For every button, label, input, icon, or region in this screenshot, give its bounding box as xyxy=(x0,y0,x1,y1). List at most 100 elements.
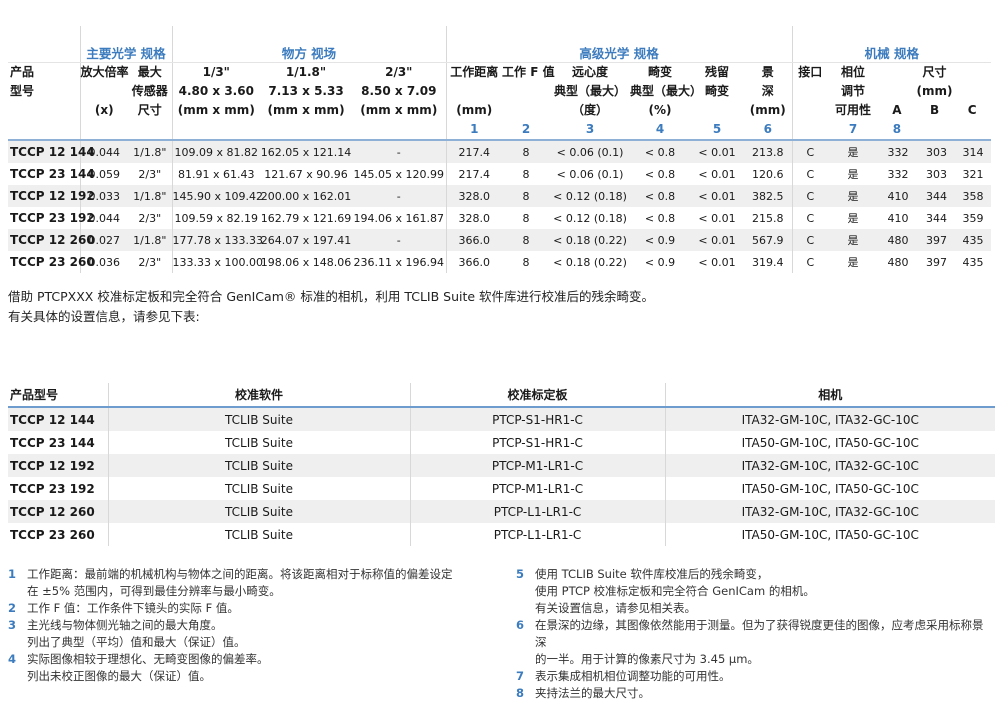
table-cell: 410 xyxy=(878,207,918,229)
footnote-number: 4 xyxy=(8,651,27,685)
table-cell: 145.90 x 109.42 xyxy=(172,185,260,207)
table-cell: TCCP 23 192 xyxy=(8,477,108,500)
calibration-table: 产品型号 校准软件 校准标定板 相机 TCCP 12 144TCLIB Suit… xyxy=(8,383,995,546)
table-cell: TCLIB Suite xyxy=(108,431,410,454)
table-cell: < 0.8 xyxy=(630,185,690,207)
table-cell: < 0.01 xyxy=(690,207,744,229)
table-cell: TCLIB Suite xyxy=(108,500,410,523)
table-cell: 344 xyxy=(918,185,955,207)
table-cell: ITA32-GM-10C, ITA32-GC-10C xyxy=(665,407,995,431)
footnote-number: 6 xyxy=(516,617,535,668)
table-cell: ITA50-GM-10C, ITA50-GC-10C xyxy=(665,523,995,546)
table-cell: ITA32-GM-10C, ITA32-GC-10C xyxy=(665,500,995,523)
table-cell: 200.00 x 162.01 xyxy=(260,185,352,207)
col-header-fov-2-3: 2/3" 8.50 x 7.09 (mm x mm) xyxy=(352,63,446,141)
table-cell: 321 xyxy=(955,163,991,185)
footnote-text: 使用 TCLIB Suite 软件库校准后的残余畸变， 使用 PTCP 校准标定… xyxy=(535,566,815,617)
table-cell: 194.06 x 161.87 xyxy=(352,207,446,229)
footnote-1: 1 工作距离：最前端的机械机构与物体之间的距离。将该距离相对于标称值的偏差设定 … xyxy=(8,566,516,600)
column-header-row: 产品型号 校准软件 校准标定板 相机 xyxy=(8,383,995,407)
table-cell: < 0.18 (0.22) xyxy=(550,251,630,273)
table-cell: TCCP 23 192 xyxy=(8,207,80,229)
table-cell: 是 xyxy=(828,185,878,207)
group-header-object-fov: 物方 视场 xyxy=(172,26,446,63)
table-cell: 8 xyxy=(502,185,550,207)
table-cell: < 0.12 (0.18) xyxy=(550,207,630,229)
table-row: TCCP 12 1440.0441/1.8"109.09 x 81.82162.… xyxy=(8,140,991,163)
footnote-marker: 3 xyxy=(550,120,630,139)
table-cell: C xyxy=(792,185,828,207)
table-cell: 121.67 x 90.96 xyxy=(260,163,352,185)
table-row: TCCP 23 1440.0592/3"81.91 x 61.43121.67 … xyxy=(8,163,991,185)
table-cell: 8 xyxy=(502,163,550,185)
footnote-text: 表示集成相机相位调整功能的可用性。 xyxy=(535,668,731,685)
dimension-abc-labels: A B C xyxy=(878,101,991,120)
footnote-marker: 7 xyxy=(828,120,878,139)
table-cell: 109.59 x 82.19 xyxy=(172,207,260,229)
table-cell: 332 xyxy=(878,140,918,163)
col-header-depth-of-field: 景 深 (mm) 6 xyxy=(744,63,792,141)
table-cell: 358 xyxy=(955,185,991,207)
footnote-6: 6 在景深的边缘，其图像依然能用于测量。但为了获得锐度更佳的图像，应考虑采用标称… xyxy=(516,617,993,668)
col-header-fov-1-3: 1/3" 4.80 x 3.60 (mm x mm) xyxy=(172,63,260,141)
table-cell: TCCP 23 144 xyxy=(8,431,108,454)
table-cell: 344 xyxy=(918,207,955,229)
table-cell: < 0.9 xyxy=(630,229,690,251)
table-cell: 366.0 xyxy=(446,251,502,273)
table-cell: - xyxy=(352,185,446,207)
table-cell: 319.4 xyxy=(744,251,792,273)
table-cell: ITA50-GM-10C, ITA50-GC-10C xyxy=(665,477,995,500)
table-cell: 435 xyxy=(955,229,991,251)
table-cell: TCCP 23 260 xyxy=(8,251,80,273)
table-cell: ITA50-GM-10C, ITA50-GC-10C xyxy=(665,431,995,454)
table-cell: 2/3" xyxy=(128,163,172,185)
footnote-4: 4 实际图像相较于理想化、无畸变图像的偏差率。 列出未校正图像的最大（保证）值。 xyxy=(8,651,516,685)
table-cell: 8 xyxy=(502,207,550,229)
table-cell: < 0.06 (0.1) xyxy=(550,163,630,185)
table-cell: 215.8 xyxy=(744,207,792,229)
calibration-description: 借助 PTCPXXX 校准标定板和完全符合 GenICam® 标准的相机，利用 … xyxy=(8,287,997,327)
table-cell: 198.06 x 148.06 xyxy=(260,251,352,273)
table-cell: 397 xyxy=(918,251,955,273)
col-header-dimensions: 尺寸 (mm) A B C 8 xyxy=(878,63,991,141)
table-cell: 162.05 x 121.14 xyxy=(260,140,352,163)
table-cell: 328.0 xyxy=(446,185,502,207)
table-cell: TCLIB Suite xyxy=(108,477,410,500)
footnote-marker: 8 xyxy=(878,120,916,139)
table-cell: < 0.12 (0.18) xyxy=(550,185,630,207)
footnote-7: 7 表示集成相机相位调整功能的可用性。 xyxy=(516,668,993,685)
table-cell: TCCP 12 144 xyxy=(8,407,108,431)
datasheet-page: 主要光学 规格 物方 视场 高级光学 规格 机械 规格 产品 型号 放大倍率 (… xyxy=(0,0,997,712)
footnote-number: 3 xyxy=(8,617,27,651)
table-cell: 120.6 xyxy=(744,163,792,185)
col-header-fov-1-1-8: 1/1.8" 7.13 x 5.33 (mm x mm) xyxy=(260,63,352,141)
table-cell: < 0.01 xyxy=(690,229,744,251)
table-cell: < 0.8 xyxy=(630,140,690,163)
group-header-row: 主要光学 规格 物方 视场 高级光学 规格 机械 规格 xyxy=(8,26,991,63)
table-cell: < 0.01 xyxy=(690,163,744,185)
group-header-advanced-optical: 高级光学 规格 xyxy=(446,26,792,63)
table-cell: 480 xyxy=(878,251,918,273)
footnotes: 1 工作距离：最前端的机械机构与物体之间的距离。将该距离相对于标称值的偏差设定 … xyxy=(8,566,997,702)
table-cell: 217.4 xyxy=(446,140,502,163)
footnote-text: 工作 F 值：工作条件下镜头的实际 F 值。 xyxy=(27,600,239,617)
footnote-number: 1 xyxy=(8,566,27,600)
footnote-number: 5 xyxy=(516,566,535,617)
table-cell: < 0.06 (0.1) xyxy=(550,140,630,163)
col-header-max-sensor: 最大 传感器 尺寸 xyxy=(128,63,172,141)
table-row: TCCP 12 1920.0331/1.8"145.90 x 109.42200… xyxy=(8,185,991,207)
table-cell: TCLIB Suite xyxy=(108,407,410,431)
table-cell: 是 xyxy=(828,207,878,229)
table-cell: 382.5 xyxy=(744,185,792,207)
col-header-working-distance: 工作距离 (mm) 1 xyxy=(446,63,502,141)
table-cell: C xyxy=(792,140,828,163)
col-header-model: 产品 型号 xyxy=(8,63,80,141)
col-header-calibration-pattern: 校准标定板 xyxy=(410,383,665,407)
table-cell: PTCP-S1-HR1-C xyxy=(410,431,665,454)
table-row: TCCP 12 2600.0271/1.8"177.78 x 133.33264… xyxy=(8,229,991,251)
table-cell: < 0.01 xyxy=(690,185,744,207)
table-row: TCCP 23 260TCLIB SuitePTCP-L1-LR1-CITA50… xyxy=(8,523,995,546)
footnote-number: 7 xyxy=(516,668,535,685)
footnote-text: 工作距离：最前端的机械机构与物体之间的距离。将该距离相对于标称值的偏差设定 在 … xyxy=(27,566,453,600)
footnote-marker: 2 xyxy=(502,120,550,139)
